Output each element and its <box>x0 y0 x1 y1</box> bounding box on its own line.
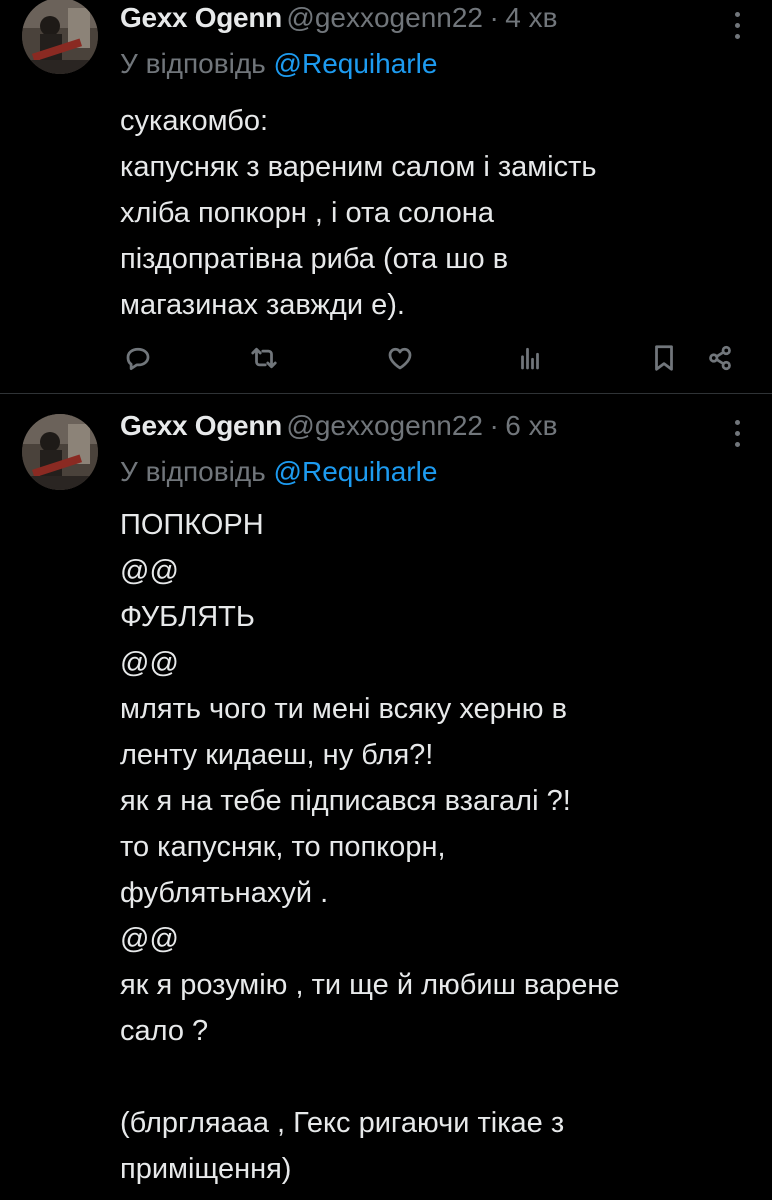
avatar[interactable] <box>22 0 98 74</box>
display-name[interactable]: Gexx Ogenn <box>120 410 282 441</box>
like-button[interactable] <box>380 338 420 378</box>
avatar[interactable] <box>22 414 98 490</box>
bookmark-icon <box>655 345 673 371</box>
separator: · <box>489 410 499 441</box>
replying-to: У відповідь @Requiharle <box>120 48 437 80</box>
separator: · <box>489 2 499 33</box>
tweet-header: Gexx Ogenn @gexxogenn22 · 6 хв <box>120 410 772 450</box>
avatar-image <box>22 414 98 490</box>
views-icon <box>521 347 539 370</box>
text-line: сукакомбо: <box>120 105 269 137</box>
text-line: @@ <box>120 647 179 679</box>
text-line: (блргляааа , Гекс ригаючи тікае з <box>120 1107 565 1139</box>
avatar-image <box>22 0 98 74</box>
timestamp[interactable]: 6 хв <box>505 410 557 441</box>
more-options-icon[interactable] <box>732 12 742 42</box>
share-icon <box>709 345 731 371</box>
user-handle[interactable]: @gexxogenn22 <box>286 410 483 441</box>
reply-button[interactable] <box>118 338 158 378</box>
text-line: сало ? <box>120 1015 209 1047</box>
mention-link[interactable]: @Requiharle <box>274 48 438 79</box>
text-line: як я на тебе підписався взагалі ?! <box>120 785 571 817</box>
text-line: хліба попкорн , і ота солона <box>120 197 494 229</box>
views-button[interactable] <box>510 338 550 378</box>
text-line: ПОПКОРН <box>120 509 264 541</box>
bookmark-button[interactable] <box>644 338 684 378</box>
like-icon <box>388 347 412 370</box>
text-line <box>120 1054 732 1100</box>
reply-prefix: У відповідь <box>120 456 266 487</box>
text-line: @@ <box>120 555 179 587</box>
replying-to: У відповідь @Requiharle <box>120 456 437 488</box>
retweet-button[interactable] <box>244 338 284 378</box>
text-line: ФУБЛЯТЬ <box>120 601 255 633</box>
text-line: магазинах завжди е). <box>120 289 405 321</box>
text-line: @@ <box>120 923 179 955</box>
text-line: то капусняк, то попкорн, <box>120 831 446 863</box>
tweet-header: Gexx Ogenn @gexxogenn22 · 4 хв <box>120 2 772 42</box>
text-line: капусняк з вареним салом і замість <box>120 151 597 183</box>
retweet-icon <box>251 347 277 369</box>
mention-link[interactable]: @Requiharle <box>274 456 438 487</box>
text-line: ленту кидаеш, ну бля?! <box>120 739 434 771</box>
text-line: як я розумію , ти ще й любиш варене <box>120 969 620 1001</box>
user-handle[interactable]: @gexxogenn22 <box>286 2 483 33</box>
text-line: млять чого ти мені всяку херню в <box>120 693 568 725</box>
text-line: приміщення) <box>120 1153 292 1185</box>
display-name[interactable]: Gexx Ogenn <box>120 2 282 33</box>
more-options-icon[interactable] <box>732 420 742 450</box>
text-line: фублятьнахуй . <box>120 877 329 909</box>
reply-icon <box>126 347 150 370</box>
reply-prefix: У відповідь <box>120 48 266 79</box>
tweet-divider <box>0 393 772 394</box>
timestamp[interactable]: 4 хв <box>505 2 557 33</box>
action-bar <box>0 338 772 378</box>
tweet-text: сукакомбо: капусняк з вареним салом і за… <box>120 98 732 328</box>
text-line: піздопратівна риба (ота шо в <box>120 243 509 275</box>
tweet-text: ПОПКОРН @@ ФУБЛЯТЬ @@ млять чого ти мені… <box>120 502 732 1192</box>
share-button[interactable] <box>700 338 740 378</box>
